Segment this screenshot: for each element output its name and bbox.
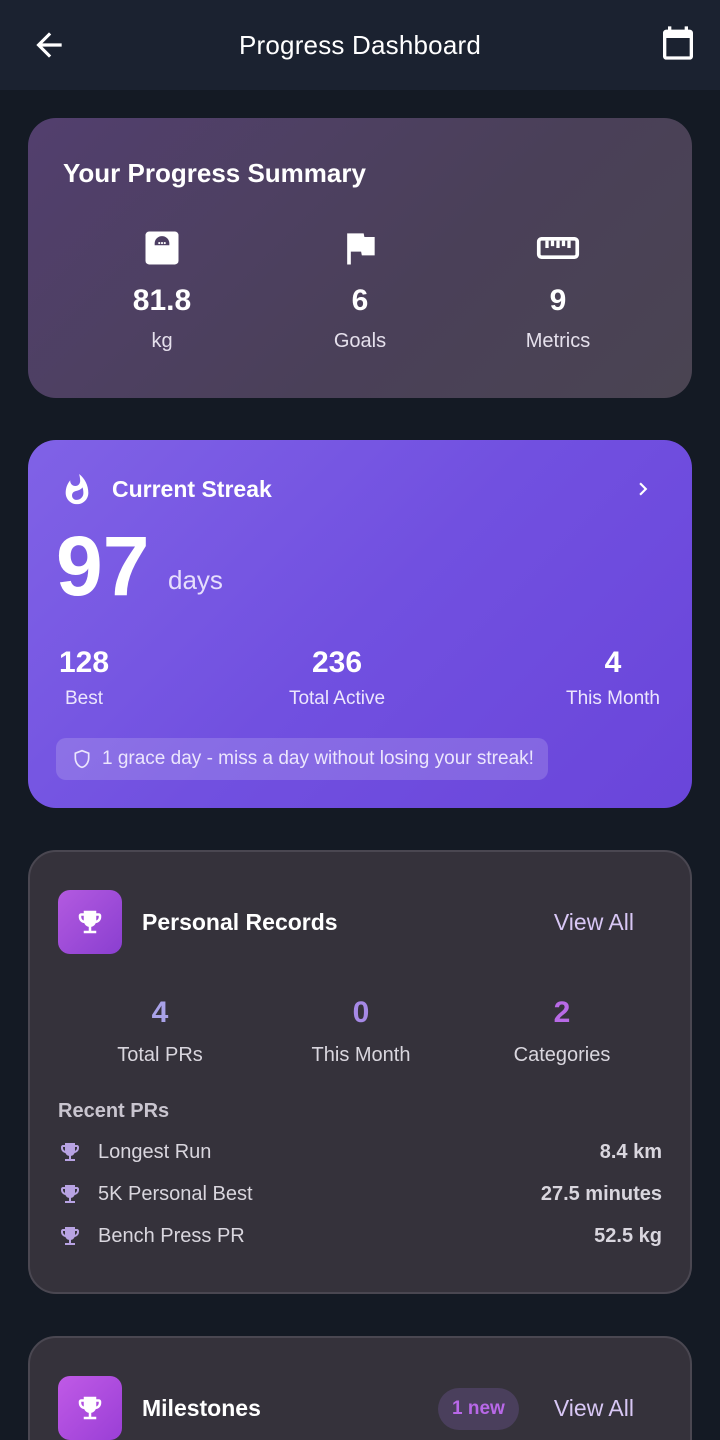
categories-value: 2 [553,996,571,1029]
milestones-badge [58,1376,122,1440]
grace-day-banner: 1 grace day - miss a day without losing … [56,738,548,780]
app-bar: Progress Dashboard [0,0,720,90]
prs-this-month-value: 0 [352,996,370,1029]
pr-name: Bench Press PR [98,1224,245,1247]
total-active-value: 236 [311,646,363,679]
trophy-icon [78,1396,102,1420]
trophy-icon [78,910,102,934]
goals-value: 6 [351,284,369,317]
metrics-stat: 9 Metrics [458,226,658,353]
current-streak-card[interactable]: Current Streak 97 days 128 Best 236 Tota… [28,440,692,808]
milestones-title: Milestones [142,1395,261,1421]
weight-unit: kg [151,330,173,352]
streak-days-value: 97 [56,519,150,613]
total-active-label: Total Active [288,688,386,709]
metrics-label: Metrics [525,330,591,352]
prs-this-month-label: This Month [311,1044,411,1066]
scale-icon [145,231,179,265]
summary-title: Your Progress Summary [63,158,366,188]
trophy-icon [61,1143,79,1161]
ruler-icon [536,237,580,259]
pr-name: 5K Personal Best [98,1182,253,1205]
total-prs-stat: 4 Total PRs [60,996,260,1067]
milestones-card: Milestones 1 new View All [28,1336,692,1440]
categories-stat: 2 Categories [462,996,662,1067]
streak-title: Current Streak [112,476,272,502]
page-title: Progress Dashboard [238,29,482,60]
recent-prs-heading: Recent PRs [58,1100,170,1122]
list-item[interactable]: Bench Press PR 52.5 kg [58,1221,662,1251]
streak-days-unit: days [168,565,223,595]
weight-value: 81.8 [132,284,192,317]
this-month-label: This Month [566,688,660,709]
total-active-stat: 236 Total Active [260,646,414,710]
records-title: Personal Records [142,909,338,935]
this-month-value: 4 [604,646,622,679]
total-prs-label: Total PRs [117,1044,203,1066]
milestones-view-all-button[interactable]: View All [554,1395,634,1422]
pr-value: 27.5 minutes [540,1182,662,1205]
best-label: Best [64,688,104,709]
progress-summary-card: Your Progress Summary 81.8 kg 6 Goals 9 … [28,118,692,398]
list-item[interactable]: Longest Run 8.4 km [58,1137,662,1167]
metrics-value: 9 [549,284,567,317]
personal-records-card: Personal Records View All 4 Total PRs 0 … [28,850,692,1294]
pr-value: 8.4 km [599,1140,662,1163]
total-prs-value: 4 [151,996,169,1029]
records-view-all-button[interactable]: View All [554,909,634,936]
best-stat: 128 Best [56,646,112,710]
trophy-icon [61,1185,79,1203]
goals-label: Goals [333,330,387,352]
flag-icon [347,233,375,265]
pr-name: Longest Run [98,1140,212,1163]
categories-label: Categories [513,1044,611,1066]
pr-value: 52.5 kg [594,1224,662,1247]
list-item[interactable]: 5K Personal Best 27.5 minutes [58,1179,662,1209]
fire-icon [65,473,89,505]
calendar-icon[interactable] [658,22,698,64]
prs-this-month-stat: 0 This Month [261,996,461,1067]
grace-day-text: 1 grace day - miss a day without losing … [102,748,534,769]
trophy-icon [61,1227,79,1245]
new-milestones-badge: 1 new [438,1388,519,1430]
weight-stat: 81.8 kg [62,226,262,353]
this-month-stat: 4 This Month [548,646,678,710]
chevron-right-icon[interactable] [630,476,656,502]
records-badge [58,890,122,954]
goals-stat: 6 Goals [260,226,460,353]
shield-icon [74,749,90,769]
best-value: 128 [58,646,110,679]
arrow-left-icon[interactable] [30,26,68,64]
